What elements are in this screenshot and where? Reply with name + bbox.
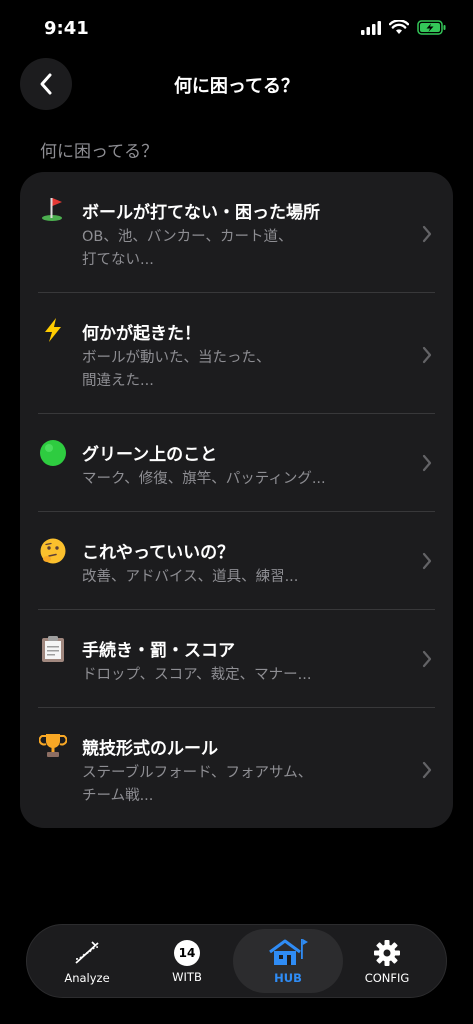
list-item-title: これやっていいの？ [82,543,235,563]
lightning-icon [38,315,68,345]
tab-label: CONFIG [364,971,410,985]
battery-charging-icon [417,20,446,35]
list-item-competition-formats[interactable]: 競技形式のルール ステーブルフォード、フォアサム、 チーム戦... [20,708,453,828]
list-item-title: 手続き・罰・スコア [82,641,235,661]
list-item-subtitle: ボールが動いた、当たった、 間違えた... [82,347,382,393]
chevron-right-icon [422,552,432,570]
tab-analyze[interactable]: Analyze [41,925,133,999]
tab-label: WITB [172,970,202,984]
subtitle-line: チーム戦... [82,788,154,804]
chevron-right-icon [422,761,432,779]
subtitle-line: OB、池、バンカー、カート道、 [82,229,293,245]
list-item-title: グリーン上のこと [82,445,218,465]
clipboard-icon [38,634,68,664]
subtitle-line: ドロップ、スコア、裁定、マナー... [82,667,312,683]
list-item-procedures-penalties[interactable]: 手続き・罰・スコア ドロップ、スコア、裁定、マナー... [20,610,453,707]
clubhouse-icon [269,939,308,965]
tab-witb[interactable]: 14 WITB [141,925,233,999]
wifi-icon [389,20,409,34]
section-header: 何に困ってる？ [40,142,159,162]
nav-title: 何に困ってる？ [173,76,300,97]
list-item-unplayable-ball[interactable]: ボールが打てない・困った場所 OB、池、バンカー、カート道、 打てない... [20,172,453,292]
subtitle-line: ボールが動いた、当たった、 [82,350,271,366]
list-item-subtitle: 改善、アドバイス、道具、練習... [82,566,382,589]
status-bar: 9:41 [0,0,473,56]
cellular-signal-icon [361,20,381,35]
list-item-title: ボールが打てない・困った場所 [82,203,320,223]
list-item-subtitle: マーク、修復、旗竿、パッティング... [82,468,382,491]
list-item-on-the-green[interactable]: グリーン上のこと マーク、修復、旗竿、パッティング... [20,414,453,511]
club-count-badge-icon: 14 [174,940,200,966]
swing-path-icon [75,941,99,964]
status-icons [361,20,447,35]
gear-icon [374,940,400,966]
subtitle-line: ステーブルフォード、フォアサム、 [82,765,313,781]
subtitle-line: 打てない... [82,252,154,268]
thinking-face-icon [38,536,68,566]
category-list: ボールが打てない・困った場所 OB、池、バンカー、カート道、 打てない... 何… [20,172,453,828]
chevron-right-icon [422,225,432,243]
chevron-right-icon [422,454,432,472]
status-time: 9:41 [44,18,89,39]
tab-label: Analyze [64,971,110,985]
list-item-title: 何かが起きた！ [82,324,201,344]
list-item-something-happened[interactable]: 何かが起きた！ ボールが動いた、当たった、 間違えた... [20,293,453,413]
trophy-icon [38,730,68,760]
tab-config[interactable]: CONFIG [341,925,433,999]
list-item-subtitle: ステーブルフォード、フォアサム、 チーム戦... [82,762,382,808]
chevron-right-icon [422,650,432,668]
list-item-title: 競技形式のルール [82,739,218,759]
subtitle-line: マーク、修復、旗竿、パッティング... [82,471,326,487]
tab-label: HUB [274,971,302,985]
subtitle-line: 改善、アドバイス、道具、練習... [82,569,299,585]
golf-flag-icon [38,194,68,224]
chevron-right-icon [422,346,432,364]
subtitle-line: 間違えた... [82,373,154,389]
list-item-subtitle: ドロップ、スコア、裁定、マナー... [82,664,382,687]
tab-bar: Analyze 14 WITB HUB CONFIG [26,924,447,998]
list-item-is-this-allowed[interactable]: これやっていいの？ 改善、アドバイス、道具、練習... [20,512,453,609]
green-circle-icon [38,438,68,468]
tab-hub[interactable]: HUB [233,929,343,993]
list-item-subtitle: OB、池、バンカー、カート道、 打てない... [82,226,382,272]
